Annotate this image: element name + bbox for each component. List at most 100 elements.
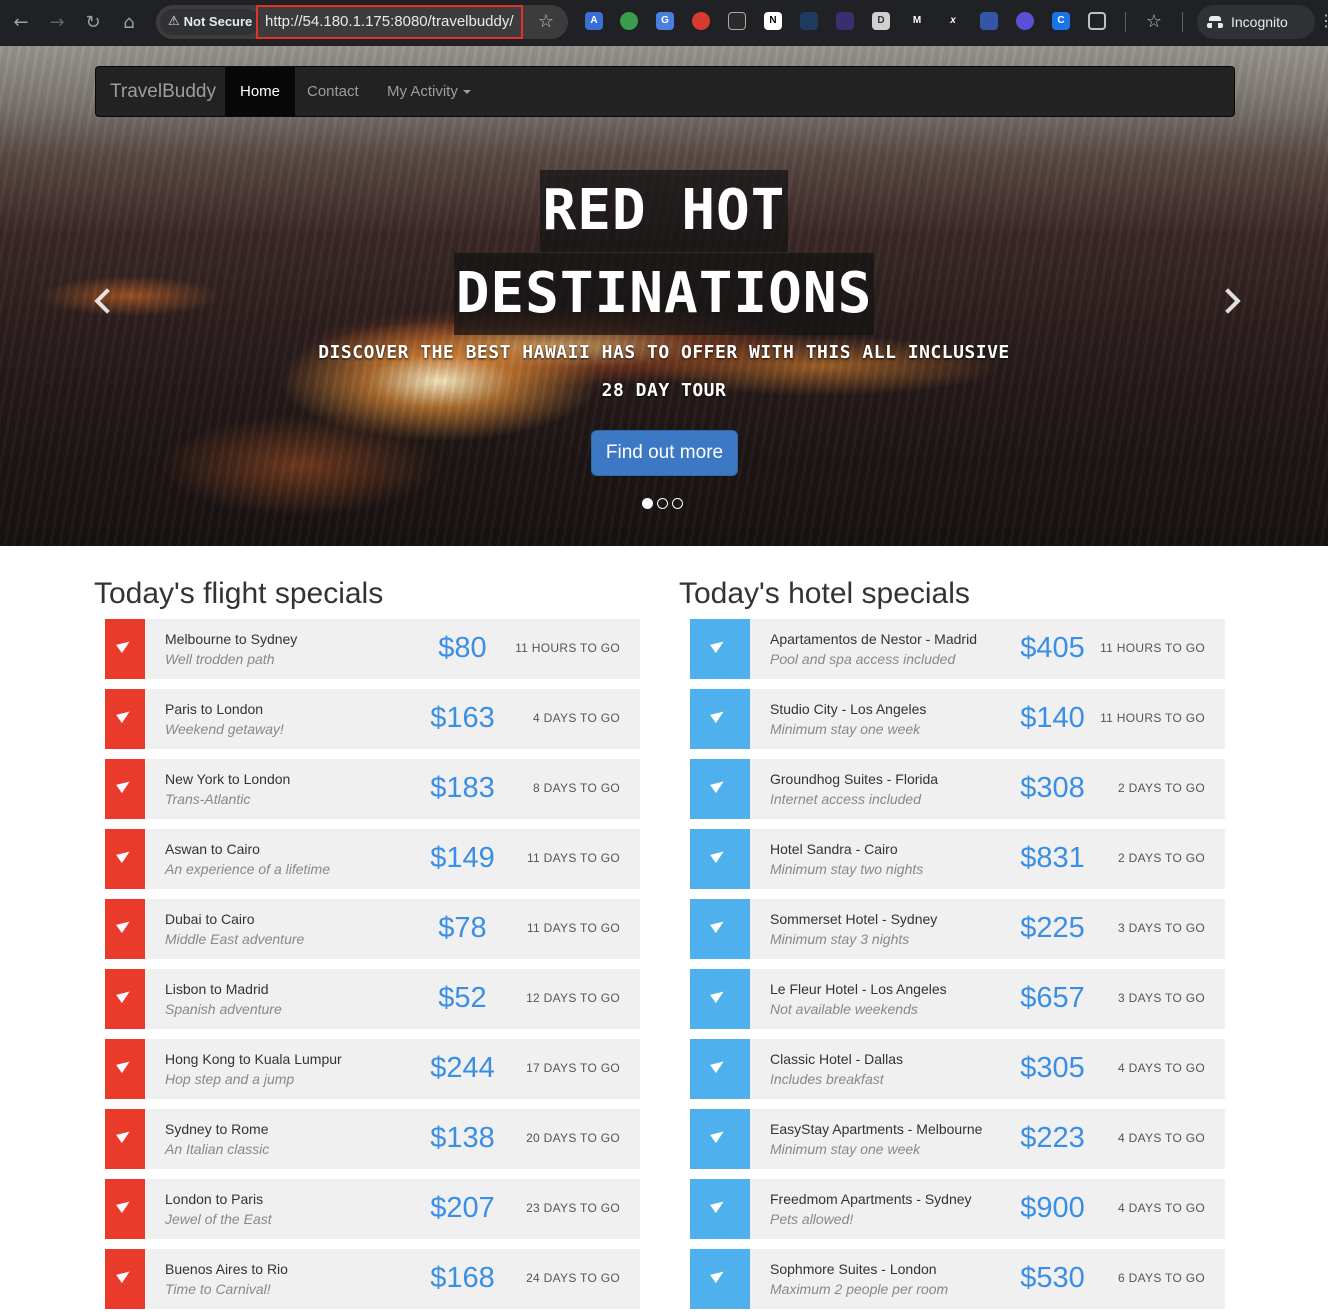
browser-toolbar: ← → ↻ ⌂ ⚠ Not Secure http://54.180.1.175… (0, 0, 1328, 46)
hotel-badge (690, 1109, 750, 1169)
hotel-special-card[interactable]: Apartamentos de Nestor - Madrid Pool and … (690, 619, 1225, 679)
forward-arrow-icon[interactable]: → (43, 9, 71, 37)
hotel-name: Classic Hotel - Dallas (770, 1051, 904, 1067)
reload-icon[interactable]: ↻ (79, 9, 107, 37)
hotel-specials-list: Apartamentos de Nestor - Madrid Pool and … (690, 619, 1225, 1314)
carousel-dot[interactable] (657, 498, 668, 509)
back-arrow-icon[interactable]: ← (7, 9, 35, 37)
hotel-special-card[interactable]: Classic Hotel - Dallas Includes breakfast… (690, 1039, 1225, 1099)
hotel-name: Hotel Sandra - Cairo (770, 841, 898, 857)
hotel-name: Apartamentos de Nestor - Madrid (770, 631, 977, 647)
carousel-indicators (642, 498, 683, 509)
hotel-special-card[interactable]: Le Fleur Hotel - Los Angeles Not availabl… (690, 969, 1225, 1029)
notion-extension-icon[interactable]: N (764, 12, 782, 30)
hotel-tagline: Minimum stay 3 nights (770, 931, 910, 947)
security-indicator[interactable]: ⚠ Not Secure (160, 9, 261, 35)
hotel-tagline: Minimum stay one week (770, 1141, 921, 1157)
menu-kebab-icon[interactable]: ⋮ (1318, 12, 1328, 32)
flight-special-card[interactable]: Melbourne to Sydney Well trodden path $80 1… (105, 619, 640, 679)
hotel-time-remaining: 2 DAYS TO GO (1118, 781, 1205, 795)
flight-name: Lisbon to Madrid (165, 981, 269, 997)
hotel-special-card[interactable]: Hotel Sandra - Cairo Minimum stay two nig… (690, 829, 1225, 889)
search-extension-icon[interactable] (980, 12, 998, 30)
hotel-price: $308 (1020, 772, 1085, 804)
flight-name: London to Paris (165, 1191, 264, 1207)
hotel-special-card[interactable]: Studio City - Los Angeles Minimum stay on… (690, 689, 1225, 749)
reading-list-star-icon[interactable]: ☆ (1140, 8, 1168, 36)
flight-tagline: Hop step and a jump (165, 1071, 295, 1087)
hotel-time-remaining: 3 DAYS TO GO (1118, 991, 1205, 1005)
hotel-tagline: Minimum stay two nights (770, 861, 924, 877)
flight-special-card[interactable]: London to Paris Jewel of the East $207 23 D… (105, 1179, 640, 1239)
carousel-dot[interactable] (642, 498, 653, 509)
hotel-special-card[interactable]: Sommerset Hotel - Sydney Minimum stay 3 n… (690, 899, 1225, 959)
security-label: Not Secure (183, 14, 253, 29)
hotel-badge (690, 1039, 750, 1099)
hotel-special-card[interactable]: Freedmom Apartments - Sydney Pets allowed… (690, 1179, 1225, 1239)
glasses-extension-icon[interactable] (728, 12, 746, 30)
obsidian-extension-icon[interactable] (836, 12, 854, 30)
flight-tagline: An Italian classic (165, 1141, 270, 1157)
brand-logo[interactable]: TravelBuddy (110, 67, 216, 116)
google-translate-extension-icon[interactable]: G (656, 12, 674, 30)
bookmark-star-icon[interactable]: ☆ (532, 8, 560, 36)
incognito-icon (1207, 16, 1223, 28)
puzzle-extensions-icon[interactable] (1088, 12, 1106, 30)
flight-price: $168 (430, 1262, 495, 1294)
cube-extension-icon[interactable] (800, 12, 818, 30)
url-text[interactable]: http://54.180.1.175:8080/travelbuddy/ (256, 5, 523, 39)
hotel-specials-heading: Today's hotel specials (679, 577, 970, 610)
flight-price: $149 (430, 842, 495, 874)
flight-price: $163 (430, 702, 495, 734)
hotel-special-card[interactable]: Groundhog Suites - Florida Internet acces… (690, 759, 1225, 819)
flight-special-card[interactable]: Aswan to Cairo An experience of a lifetim… (105, 829, 640, 889)
carousel-dot[interactable] (672, 498, 683, 509)
flight-badge (105, 759, 145, 819)
hotel-price: $831 (1020, 842, 1085, 874)
flight-special-card[interactable]: Lisbon to Madrid Spanish adventure $52 12 D… (105, 969, 640, 1029)
x-extension-icon[interactable]: x (944, 12, 962, 30)
translate-extension-icon[interactable]: A (585, 12, 603, 30)
flight-badge (105, 689, 145, 749)
nav-contact[interactable]: Contact (292, 67, 374, 116)
flight-special-card[interactable]: New York to London Trans-Atlantic $183 8 DA… (105, 759, 640, 819)
nav-home[interactable]: Home (225, 67, 296, 116)
hotel-name: Studio City - Los Angeles (770, 701, 927, 717)
hotel-special-card[interactable]: Sophmore Suites - London Maximum 2 people… (690, 1249, 1225, 1309)
d-extension-icon[interactable]: D (872, 12, 890, 30)
carousel-next-chevron-icon[interactable] (1217, 286, 1247, 316)
flight-special-card[interactable]: Paris to London Weekend getaway! $163 4 DAY… (105, 689, 640, 749)
flight-special-card[interactable]: Buenos Aires to Rio Time to Carnival! $168… (105, 1249, 640, 1309)
flight-time-remaining: 17 DAYS TO GO (526, 1061, 620, 1075)
markdown-extension-icon[interactable]: M (908, 12, 926, 30)
evernote-extension-icon[interactable] (620, 12, 638, 30)
hotel-name: Le Fleur Hotel - Los Angeles (770, 981, 947, 997)
hotel-price: $305 (1020, 1052, 1085, 1084)
incognito-badge[interactable]: Incognito (1197, 5, 1315, 39)
nav-my-activity[interactable]: My Activity (372, 67, 486, 116)
flight-tagline: Trans-Atlantic (165, 791, 251, 807)
hotel-name: EasyStay Apartments - Melbourne (770, 1121, 983, 1137)
toolbar-divider (1182, 12, 1183, 32)
hotel-tagline: Includes breakfast (770, 1071, 884, 1087)
flight-badge (105, 1039, 145, 1099)
flight-special-card[interactable]: Hong Kong to Kuala Lumpur Hop step and a … (105, 1039, 640, 1099)
home-icon[interactable]: ⌂ (115, 9, 143, 37)
hero-carousel: TravelBuddy Home Contact My Activity RED… (0, 46, 1328, 546)
c-extension-icon[interactable]: C (1052, 12, 1070, 30)
flight-time-remaining: 20 DAYS TO GO (526, 1131, 620, 1145)
flight-badge (105, 1109, 145, 1169)
find-out-more-button[interactable]: Find out more (591, 430, 738, 476)
address-bar[interactable]: ⚠ Not Secure http://54.180.1.175:8080/tr… (156, 5, 568, 39)
flight-special-card[interactable]: Dubai to Cairo Middle East adventure $78 11… (105, 899, 640, 959)
carousel-prev-chevron-icon[interactable] (88, 286, 118, 316)
hotel-special-card[interactable]: EasyStay Apartments - Melbourne Minimum s… (690, 1109, 1225, 1169)
hero-title-line-1: RED HOT (540, 170, 788, 252)
hex-extension-icon[interactable] (1016, 12, 1034, 30)
flight-time-remaining: 11 HOURS TO GO (515, 641, 620, 655)
flight-tagline: Middle East adventure (165, 931, 305, 947)
stop-extension-icon[interactable] (692, 12, 710, 30)
flight-price: $183 (430, 772, 495, 804)
flight-special-card[interactable]: Sydney to Rome An Italian classic $138 20 D… (105, 1109, 640, 1169)
hotel-name: Freedmom Apartments - Sydney (770, 1191, 972, 1207)
